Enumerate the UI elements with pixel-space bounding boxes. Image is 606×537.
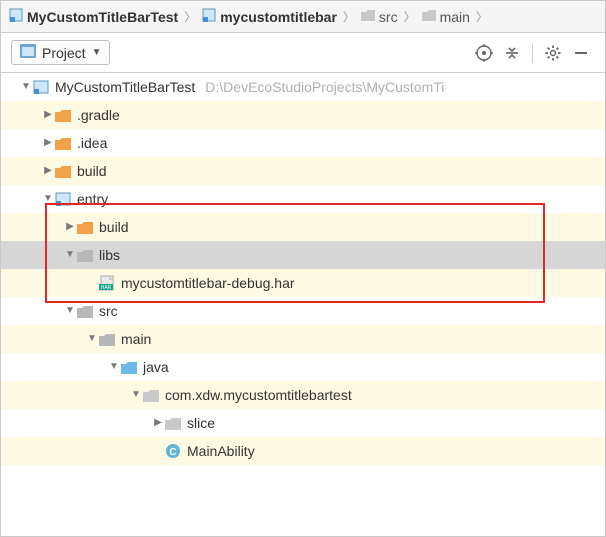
chevron-right-icon[interactable]: ▶ (151, 409, 165, 437)
tree-label: src (99, 297, 118, 325)
tree-label: .gradle (77, 101, 120, 129)
project-tree: ▼ MyCustomTitleBarTest D:\DevEcoStudioPr… (1, 73, 605, 465)
chevron-down-icon[interactable]: ▼ (19, 73, 33, 101)
collapse-all-icon[interactable] (498, 39, 526, 67)
tree-label: mycustomtitlebar-debug.har (121, 269, 295, 297)
project-toolbar: Project ▼ (1, 33, 605, 73)
chevron-right-icon: 〉 (343, 8, 355, 25)
chevron-right-icon[interactable]: ▶ (41, 101, 55, 129)
breadcrumb-item-project[interactable]: MyCustomTitleBarTest (5, 8, 182, 25)
tree-label: entry (77, 185, 108, 213)
breadcrumb-item-src[interactable]: src (357, 9, 402, 25)
tree-row-main[interactable]: ▼ main (1, 325, 605, 353)
chevron-down-icon[interactable]: ▼ (41, 185, 55, 213)
view-selector-label: Project (42, 45, 86, 61)
chevron-right-icon: 〉 (476, 8, 488, 25)
chevron-down-icon[interactable]: ▼ (129, 381, 143, 409)
folder-icon (361, 9, 375, 25)
folder-icon (55, 165, 71, 178)
folder-icon (77, 305, 93, 318)
tree-row-entry-build[interactable]: ▶ build (1, 213, 605, 241)
tree-row-idea[interactable]: ▶ .idea (1, 129, 605, 157)
tree-label: .idea (77, 129, 107, 157)
tree-row-root[interactable]: ▼ MyCustomTitleBarTest D:\DevEcoStudioPr… (1, 73, 605, 101)
view-selector[interactable]: Project ▼ (11, 40, 110, 65)
module-icon (33, 80, 49, 94)
folder-icon (55, 109, 71, 122)
breadcrumb-label: MyCustomTitleBarTest (27, 9, 178, 25)
tree-label: slice (187, 409, 215, 437)
package-icon (143, 389, 159, 402)
chevron-right-icon: 〉 (184, 8, 196, 25)
folder-icon (55, 137, 71, 150)
chevron-down-icon[interactable]: ▼ (63, 241, 77, 269)
tree-row-main-ability[interactable]: C MainAbility (1, 437, 605, 465)
tree-row-src[interactable]: ▼ src (1, 297, 605, 325)
tree-row-slice[interactable]: ▶ slice (1, 409, 605, 437)
chevron-down-icon[interactable]: ▼ (63, 297, 77, 325)
breadcrumb-label: mycustomtitlebar (220, 9, 337, 25)
folder-icon (99, 333, 115, 346)
tree-label: MainAbility (187, 437, 255, 465)
folder-icon (422, 9, 436, 25)
chevron-down-icon: ▼ (92, 47, 102, 58)
tree-label: com.xdw.mycustomtitlebartest (165, 381, 352, 409)
folder-icon (77, 249, 93, 262)
module-icon (9, 8, 23, 25)
chevron-down-icon[interactable]: ▼ (107, 353, 121, 381)
breadcrumb-item-module[interactable]: mycustomtitlebar (198, 8, 341, 25)
source-folder-icon (121, 361, 137, 374)
chevron-down-icon[interactable]: ▼ (85, 325, 99, 353)
chevron-right-icon[interactable]: ▶ (41, 157, 55, 185)
separator (532, 43, 533, 63)
tree-label: build (99, 213, 129, 241)
locate-icon[interactable] (470, 39, 498, 67)
tree-row-entry[interactable]: ▼ entry (1, 185, 605, 213)
har-file-icon: HAR (99, 275, 115, 291)
tree-label: java (143, 353, 169, 381)
module-icon (55, 192, 71, 206)
breadcrumb-item-main[interactable]: main (418, 9, 474, 25)
tree-row-java[interactable]: ▼ java (1, 353, 605, 381)
chevron-right-icon[interactable]: ▶ (63, 213, 77, 241)
project-icon (20, 44, 36, 61)
chevron-right-icon[interactable]: ▶ (41, 129, 55, 157)
tree-row-libs[interactable]: ▼ libs (1, 241, 605, 269)
breadcrumb-label: main (440, 9, 470, 25)
tree-row-package[interactable]: ▼ com.xdw.mycustomtitlebartest (1, 381, 605, 409)
chevron-right-icon: 〉 (404, 8, 416, 25)
tree-label: libs (99, 241, 120, 269)
package-icon (165, 417, 181, 430)
folder-icon (77, 221, 93, 234)
class-icon: C (165, 443, 181, 459)
tree-label: build (77, 157, 107, 185)
breadcrumb-bar: MyCustomTitleBarTest 〉 mycustomtitlebar … (1, 1, 605, 33)
tree-label: main (121, 325, 151, 353)
gear-icon[interactable] (539, 39, 567, 67)
tree-row-build[interactable]: ▶ build (1, 157, 605, 185)
minimize-icon[interactable] (567, 39, 595, 67)
svg-text:HAR: HAR (101, 285, 112, 291)
tree-label: MyCustomTitleBarTest (55, 73, 195, 101)
tree-row-gradle[interactable]: ▶ .gradle (1, 101, 605, 129)
svg-text:C: C (169, 447, 176, 458)
tree-path-hint: D:\DevEcoStudioProjects\MyCustomTi (205, 73, 444, 101)
breadcrumb-label: src (379, 9, 398, 25)
tree-row-har-file[interactable]: HAR mycustomtitlebar-debug.har (1, 269, 605, 297)
module-icon (202, 8, 216, 25)
